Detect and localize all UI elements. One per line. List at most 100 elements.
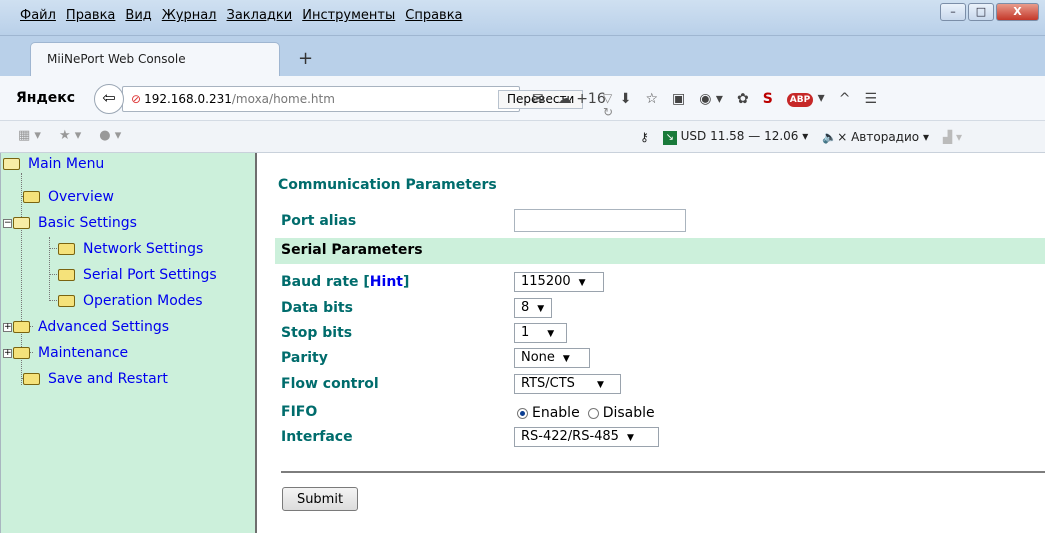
baud-rate-label: Baud rate [Hint] [281, 274, 409, 290]
dropdown-arrow-icon: ▼ [596, 380, 604, 390]
menu-bookmarks[interactable]: Закладки [227, 8, 293, 23]
menu-tools[interactable]: Инструменты [302, 8, 395, 23]
sidebar-item-label: Save and Restart [48, 371, 168, 387]
mail-icon[interactable]: ✉ [532, 91, 544, 107]
address-bar[interactable]: ⊘ 192.168.0.231/moxa/home.htm Перевести ▽… [122, 86, 613, 119]
window-titlebar: Файл Правка Вид Журнал Закладки Инструме… [0, 0, 1045, 36]
weather-icon[interactable]: ☁ +16 [558, 91, 606, 107]
sidebar-item-label: Network Settings [83, 241, 204, 257]
expand-icon[interactable]: + [3, 348, 12, 358]
hamburger-menu-icon[interactable]: ☰ [864, 91, 877, 107]
folder-open-icon [3, 158, 20, 170]
flow-control-label: Flow control [281, 376, 379, 392]
collapse-icon[interactable]: − [3, 218, 12, 228]
menu-view[interactable]: Вид [125, 8, 151, 23]
sidebar-item-advanced-settings[interactable]: + Advanced Settings [3, 319, 169, 335]
bookmark-add-icon[interactable]: ★ ▾ [59, 128, 81, 143]
adblock-icon[interactable]: ABP ▾ [786, 90, 825, 107]
flow-control-select[interactable]: RTS/CTS ▼ [514, 374, 621, 394]
sidebar-item-serial-port-settings[interactable]: Serial Port Settings [58, 267, 217, 283]
page-title: Communication Parameters [278, 177, 497, 193]
folder-icon [13, 321, 30, 333]
parity-value: None [521, 350, 555, 365]
baud-rate-value: 115200 [521, 274, 571, 289]
flow-control-value: RTS/CTS [521, 376, 575, 391]
bookmarks-bar: ▦ ▾ ★ ▾ ● ▾ ⚷ ↘ USD 11.58 — 12.06 ▾ 🔈× А… [0, 121, 1045, 153]
bookmark-manager-icon[interactable]: ▦ ▾ [18, 128, 41, 143]
dropdown-arrow-icon: ▼ [547, 329, 555, 339]
port-alias-label: Port alias [281, 213, 357, 229]
pocket-icon[interactable]: ◉ ▾ [699, 91, 723, 107]
site-identity-icon[interactable]: ⊘ [131, 92, 141, 106]
sidebar-item-network-settings[interactable]: Network Settings [58, 241, 203, 257]
yandex-logo[interactable]: Яндекс [16, 90, 75, 106]
currency-widget[interactable]: ↘ USD 11.58 — 12.06 ▾ [662, 129, 808, 145]
baud-rate-text: Baud rate [ [281, 274, 370, 290]
sidebar-item-label: Main Menu [28, 156, 105, 172]
serial-parameters-section: Serial Parameters [275, 238, 1045, 264]
stop-bits-value: 1 [521, 325, 530, 340]
menu-history[interactable]: Журнал [162, 8, 217, 23]
chart-icon: ↘ [662, 131, 677, 145]
menu-file[interactable]: Файл [20, 8, 56, 23]
baud-rate-select[interactable]: 115200 ▼ [514, 272, 604, 292]
sidebar-menu: Main Menu Overview − Basic Settings Netw… [0, 153, 257, 533]
stop-bits-select[interactable]: 1 ▼ [514, 323, 567, 343]
sidebar-item-overview[interactable]: Overview [23, 189, 114, 205]
tree-line [49, 237, 50, 301]
back-button[interactable]: ⇦ [94, 84, 124, 114]
menu-help[interactable]: Справка [405, 8, 462, 23]
signal-icon[interactable]: ▟ ▾ [943, 130, 962, 144]
chat-icon[interactable]: ● ▾ [99, 128, 121, 143]
sidebar-item-label: Advanced Settings [38, 319, 170, 335]
main-content: Communication Parameters Port alias Seri… [259, 153, 1045, 533]
overflow-chevron-icon[interactable]: ^ [839, 91, 851, 107]
tab-miineport[interactable]: MiiNePort Web Console [30, 42, 280, 76]
parity-label: Parity [281, 350, 328, 366]
dropdown-arrow-icon: ▼ [562, 354, 570, 364]
sidebar-item-main-menu[interactable]: Main Menu [3, 156, 104, 172]
stop-bits-label: Stop bits [281, 325, 353, 341]
minimize-button[interactable]: – [940, 3, 966, 21]
url-host: 192.168.0.231 [144, 92, 232, 106]
menu-edit[interactable]: Правка [66, 8, 115, 23]
weather-temp: +16 [576, 90, 606, 107]
baud-rate-bracket: ] [402, 274, 410, 290]
expand-icon[interactable]: + [3, 322, 12, 332]
fifo-disable-radio[interactable] [587, 407, 599, 419]
folder-icon [58, 269, 75, 281]
interface-select[interactable]: RS-422/RS-485 ▼ [514, 427, 659, 447]
status-widgets: ⚷ ↘ USD 11.58 — 12.06 ▾ 🔈× Авторадио ▾ ▟… [640, 129, 962, 145]
back-arrow-icon: ⇦ [102, 88, 116, 107]
bookmark-star-icon[interactable]: ☆ [645, 91, 658, 107]
port-alias-input[interactable] [514, 209, 686, 232]
sidebar-item-maintenance[interactable]: + Maintenance [3, 345, 128, 361]
dropdown-arrow-icon: ▼ [537, 304, 545, 314]
key-icon[interactable]: ⚷ [640, 130, 649, 144]
download-icon[interactable]: ⬇ [620, 91, 632, 107]
sidebar-item-basic-settings[interactable]: − Basic Settings [3, 215, 137, 231]
radio-widget[interactable]: 🔈× Авторадио ▾ [822, 130, 929, 144]
tab-strip: MiiNePort Web Console + [0, 36, 1045, 76]
parity-select[interactable]: None ▼ [514, 348, 590, 368]
sidebar-item-label: Serial Port Settings [83, 267, 217, 283]
library-icon[interactable]: ▣ [672, 91, 685, 107]
sidebar-item-operation-modes[interactable]: Operation Modes [58, 293, 203, 309]
extension-icon[interactable]: ✿ [737, 91, 749, 107]
close-button[interactable]: X [996, 3, 1039, 21]
data-bits-select[interactable]: 8 ▼ [514, 298, 552, 318]
hint-link[interactable]: Hint [370, 274, 403, 290]
url-path: /moxa/home.htm [231, 92, 335, 106]
sidebar-item-save-and-restart[interactable]: Save and Restart [23, 371, 168, 387]
maximize-button[interactable]: □ [968, 3, 994, 21]
sidebar-item-label: Maintenance [38, 345, 129, 361]
fifo-label: FIFO [281, 404, 318, 420]
section-title: Serial Parameters [281, 242, 423, 258]
data-bits-label: Data bits [281, 300, 353, 316]
folder-open-icon [13, 217, 30, 229]
submit-button[interactable]: Submit [282, 487, 358, 511]
new-tab-button[interactable]: + [298, 48, 313, 69]
sidebar-item-label: Overview [48, 189, 114, 205]
fifo-enable-radio[interactable] [517, 407, 528, 419]
sync-icon[interactable]: S [763, 91, 773, 107]
